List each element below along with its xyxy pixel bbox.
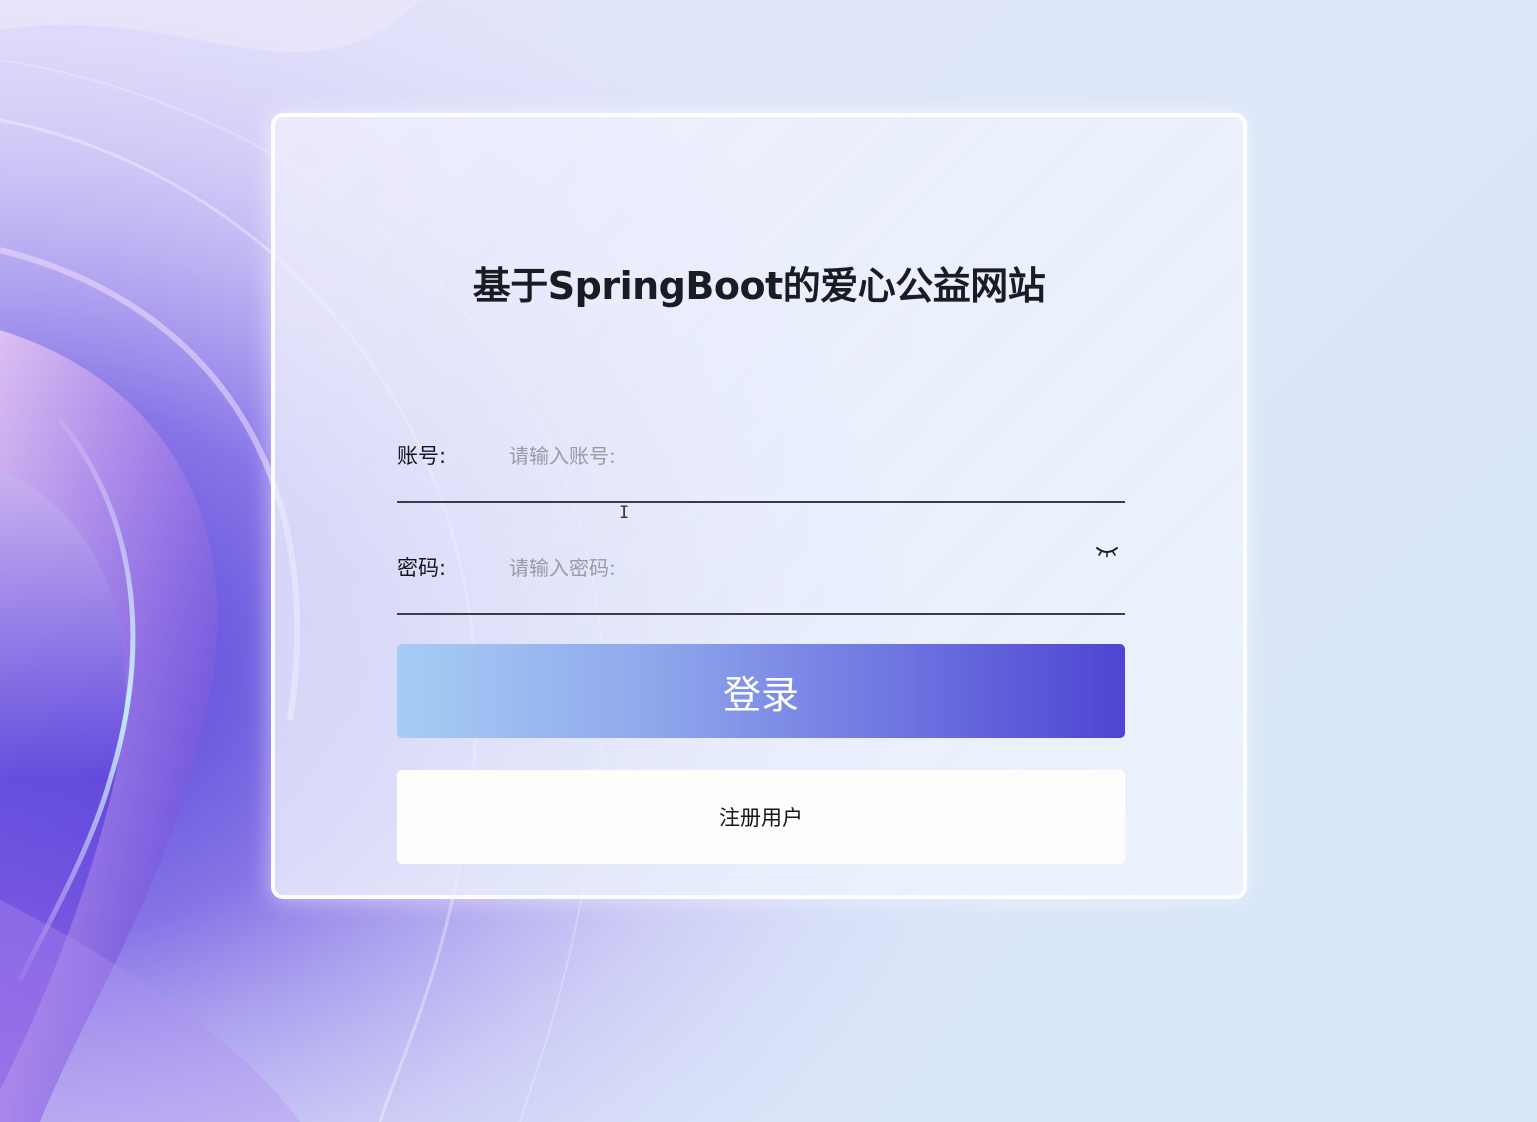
login-button[interactable]: 登录 <box>397 644 1125 738</box>
page-title: 基于SpringBoot的爱心公益网站 <box>472 264 1046 308</box>
eye-closed-icon[interactable] <box>1095 543 1119 561</box>
password-input[interactable] <box>509 551 1069 585</box>
login-card: 基于SpringBoot的爱心公益网站 账号: 密码: 登录 注册用户 <box>271 113 1247 899</box>
password-field: 密码: <box>397 547 1125 615</box>
account-label: 账号: <box>397 444 447 468</box>
account-field: 账号: <box>397 439 1125 503</box>
account-input[interactable] <box>509 439 1069 473</box>
password-label: 密码: <box>397 556 447 580</box>
text-cursor-icon: I <box>619 503 630 523</box>
register-button[interactable]: 注册用户 <box>397 770 1125 864</box>
